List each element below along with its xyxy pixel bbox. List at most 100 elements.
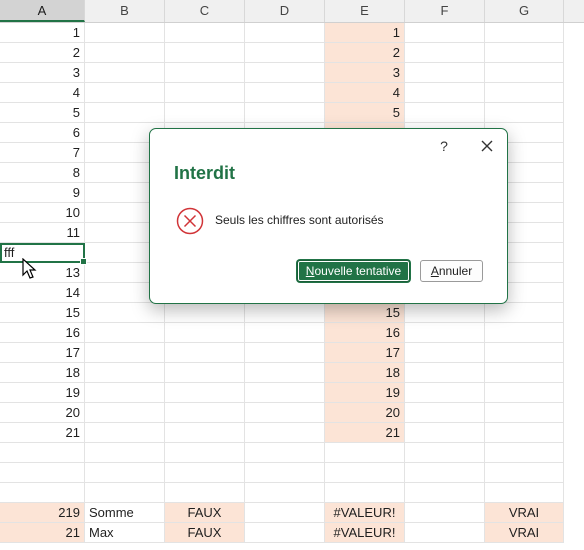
cell-b[interactable] bbox=[85, 343, 165, 363]
cell-f[interactable] bbox=[405, 523, 485, 543]
cell-g[interactable] bbox=[485, 43, 564, 63]
cell-d[interactable] bbox=[245, 363, 325, 383]
cell-g[interactable] bbox=[485, 403, 564, 423]
cell-g[interactable] bbox=[485, 303, 564, 323]
cell-a[interactable]: 2 bbox=[0, 43, 85, 63]
cell-a[interactable]: 10 bbox=[0, 203, 85, 223]
cell-d[interactable] bbox=[245, 503, 325, 523]
cell-e[interactable]: 21 bbox=[325, 423, 405, 443]
cell-b[interactable] bbox=[85, 443, 165, 463]
cell-a[interactable]: 219 bbox=[0, 503, 85, 523]
cell-c[interactable] bbox=[165, 83, 245, 103]
cancel-button[interactable]: Annuler bbox=[420, 260, 483, 282]
help-button[interactable]: ? bbox=[434, 136, 454, 156]
cell-c[interactable] bbox=[165, 463, 245, 483]
cell-g[interactable] bbox=[485, 343, 564, 363]
cell-b[interactable] bbox=[85, 363, 165, 383]
cell-d[interactable] bbox=[245, 523, 325, 543]
cell-a[interactable]: 15 bbox=[0, 303, 85, 323]
cell-f[interactable] bbox=[405, 323, 485, 343]
column-header-a[interactable]: A bbox=[0, 0, 85, 22]
cell-e[interactable]: #VALEUR! bbox=[325, 523, 405, 543]
cell-c[interactable] bbox=[165, 443, 245, 463]
cell-b[interactable] bbox=[85, 463, 165, 483]
cell-a[interactable] bbox=[0, 483, 85, 503]
cell-f[interactable] bbox=[405, 103, 485, 123]
cell-b[interactable] bbox=[85, 303, 165, 323]
cell-g[interactable] bbox=[485, 363, 564, 383]
cell-b[interactable] bbox=[85, 103, 165, 123]
cell-a[interactable]: 20 bbox=[0, 403, 85, 423]
cell-g[interactable] bbox=[485, 323, 564, 343]
cell-d[interactable] bbox=[245, 383, 325, 403]
cell-a[interactable]: 5 bbox=[0, 103, 85, 123]
cell-c[interactable] bbox=[165, 23, 245, 43]
cell-c[interactable] bbox=[165, 403, 245, 423]
cell-e[interactable]: 18 bbox=[325, 363, 405, 383]
column-header-c[interactable]: C bbox=[165, 0, 245, 22]
cell-g[interactable] bbox=[485, 463, 564, 483]
cell-d[interactable] bbox=[245, 343, 325, 363]
cell-b[interactable] bbox=[85, 63, 165, 83]
cell-a[interactable]: 8 bbox=[0, 163, 85, 183]
column-header-e[interactable]: E bbox=[325, 0, 405, 22]
cell-e[interactable]: 4 bbox=[325, 83, 405, 103]
cell-c[interactable] bbox=[165, 363, 245, 383]
cell-a[interactable]: 6 bbox=[0, 123, 85, 143]
cell-c[interactable] bbox=[165, 43, 245, 63]
cell-e[interactable]: 20 bbox=[325, 403, 405, 423]
cell-b[interactable]: Max bbox=[85, 523, 165, 543]
cell-g[interactable] bbox=[485, 443, 564, 463]
cell-a[interactable]: 3 bbox=[0, 63, 85, 83]
cell-a[interactable] bbox=[0, 463, 85, 483]
cell-a[interactable]: 16 bbox=[0, 323, 85, 343]
cell-g[interactable] bbox=[485, 383, 564, 403]
cell-d[interactable] bbox=[245, 323, 325, 343]
cell-g[interactable] bbox=[485, 483, 564, 503]
cell-a[interactable] bbox=[0, 443, 85, 463]
cell-a[interactable]: 21 bbox=[0, 423, 85, 443]
cell-b[interactable]: Somme bbox=[85, 503, 165, 523]
cell-e[interactable]: 19 bbox=[325, 383, 405, 403]
cell-f[interactable] bbox=[405, 463, 485, 483]
cell-d[interactable] bbox=[245, 63, 325, 83]
cell-a[interactable]: 4 bbox=[0, 83, 85, 103]
cell-e[interactable] bbox=[325, 443, 405, 463]
cell-e[interactable] bbox=[325, 463, 405, 483]
cell-d[interactable] bbox=[245, 303, 325, 323]
cell-d[interactable] bbox=[245, 443, 325, 463]
cell-e[interactable]: 5 bbox=[325, 103, 405, 123]
cell-f[interactable] bbox=[405, 63, 485, 83]
cell-e[interactable]: 3 bbox=[325, 63, 405, 83]
close-icon[interactable] bbox=[476, 135, 498, 157]
cell-d[interactable] bbox=[245, 23, 325, 43]
cell-g[interactable] bbox=[485, 23, 564, 43]
cell-f[interactable] bbox=[405, 403, 485, 423]
cell-g[interactable]: VRAI bbox=[485, 503, 564, 523]
column-header-f[interactable]: F bbox=[405, 0, 485, 22]
cell-f[interactable] bbox=[405, 503, 485, 523]
cell-d[interactable] bbox=[245, 423, 325, 443]
cell-e[interactable]: #VALEUR! bbox=[325, 503, 405, 523]
cell-g[interactable] bbox=[485, 423, 564, 443]
cell-c[interactable] bbox=[165, 423, 245, 443]
cell-d[interactable] bbox=[245, 403, 325, 423]
cell-e[interactable]: 17 bbox=[325, 343, 405, 363]
cell-a[interactable]: 14 bbox=[0, 283, 85, 303]
column-header-b[interactable]: B bbox=[85, 0, 165, 22]
cell-c[interactable] bbox=[165, 63, 245, 83]
cell-g[interactable] bbox=[485, 63, 564, 83]
cell-a[interactable]: 21 bbox=[0, 523, 85, 543]
cell-f[interactable] bbox=[405, 483, 485, 503]
cell-f[interactable] bbox=[405, 23, 485, 43]
cell-f[interactable] bbox=[405, 83, 485, 103]
cell-e[interactable]: 1 bbox=[325, 23, 405, 43]
cell-c[interactable] bbox=[165, 343, 245, 363]
cell-b[interactable] bbox=[85, 403, 165, 423]
cell-b[interactable] bbox=[85, 483, 165, 503]
cell-a[interactable]: 9 bbox=[0, 183, 85, 203]
cell-f[interactable] bbox=[405, 43, 485, 63]
cell-b[interactable] bbox=[85, 23, 165, 43]
cell-a[interactable]: 11 bbox=[0, 223, 85, 243]
column-header-g[interactable]: G bbox=[485, 0, 564, 22]
